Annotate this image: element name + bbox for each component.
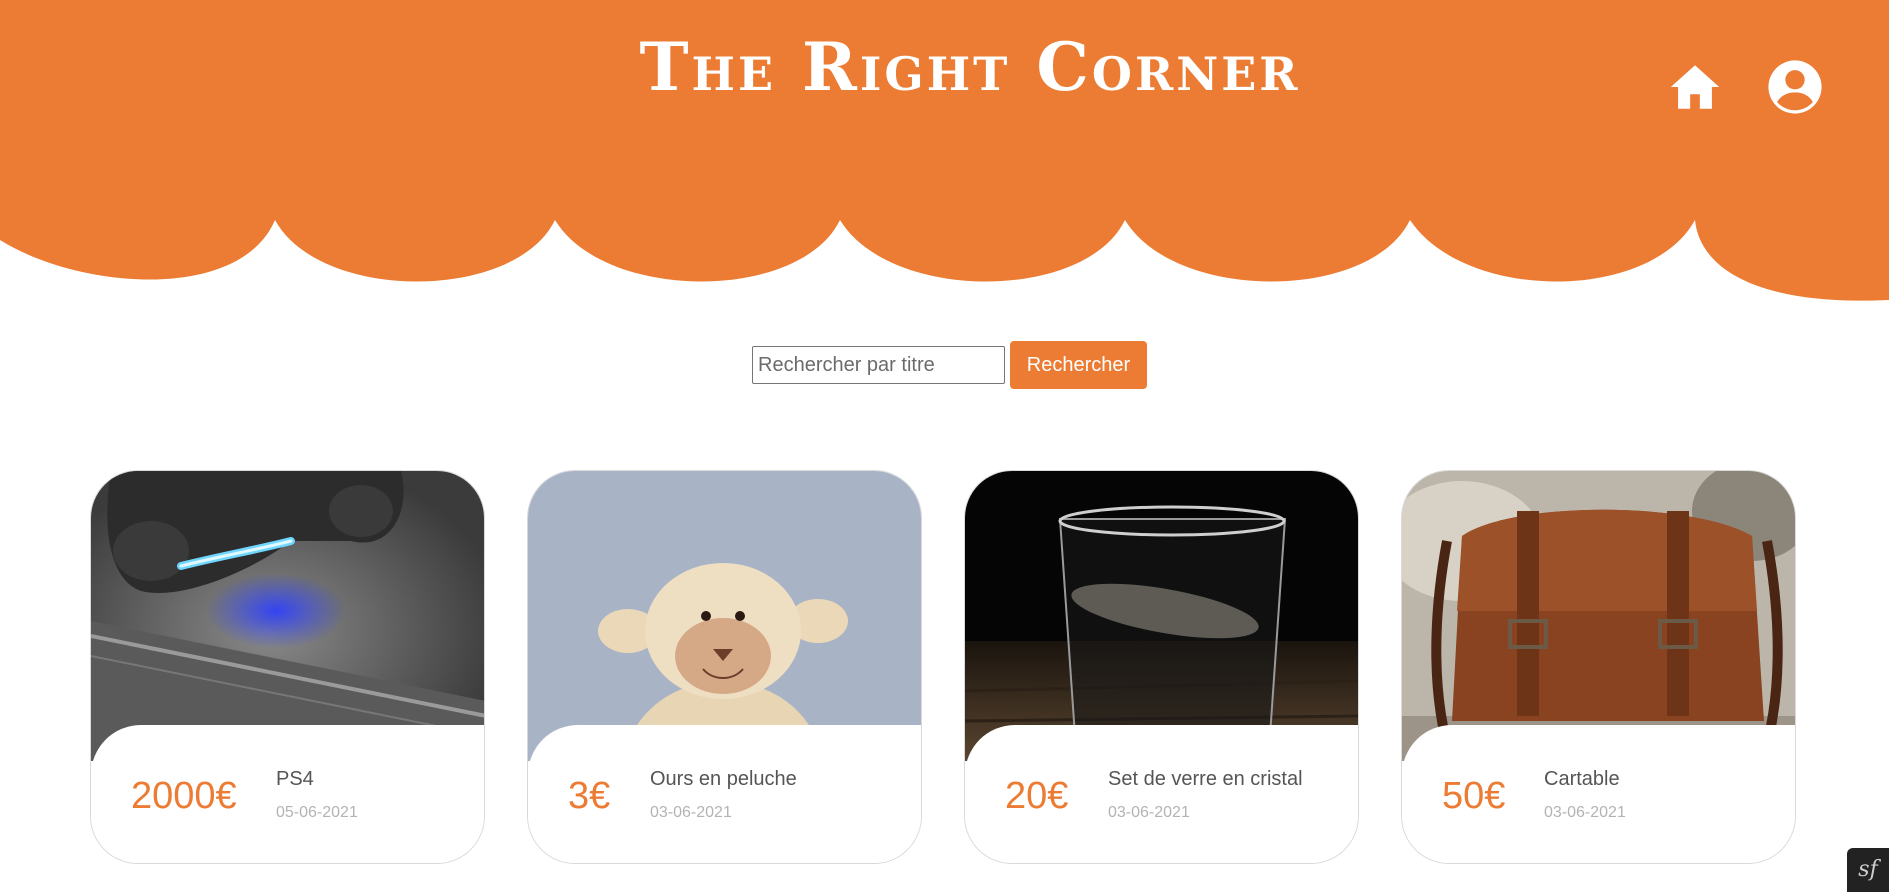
card-date: 05-06-2021 bbox=[276, 804, 358, 821]
card-title[interactable]: Set de verre en cristal bbox=[1108, 767, 1303, 791]
card-title[interactable]: Ours en peluche bbox=[650, 767, 797, 791]
card-date: 03-06-2021 bbox=[650, 804, 732, 821]
search-form: Rechercher bbox=[0, 341, 1889, 389]
card-price: 20€ bbox=[1005, 775, 1069, 817]
card-info: 50€ Cartable 03-06-2021 bbox=[1402, 725, 1795, 863]
card-title[interactable]: Cartable bbox=[1544, 767, 1620, 791]
card-price: 50€ bbox=[1442, 775, 1506, 817]
card-price: 3€ bbox=[568, 775, 611, 817]
card-price: 2000€ bbox=[131, 775, 237, 817]
product-card[interactable]: 20€ Set de verre en cristal 03-06-2021 bbox=[964, 470, 1359, 864]
symfony-toolbar-toggle[interactable]: sf bbox=[1847, 848, 1889, 892]
product-card[interactable]: 2000€ PS4 05-06-2021 bbox=[90, 470, 485, 864]
site-header: The Right Corner bbox=[0, 0, 1889, 305]
home-icon[interactable] bbox=[1666, 58, 1724, 116]
card-info: 20€ Set de verre en cristal 03-06-2021 bbox=[965, 725, 1358, 863]
product-image-water-glass bbox=[965, 471, 1358, 761]
search-button[interactable]: Rechercher bbox=[1010, 341, 1147, 389]
product-card[interactable]: 50€ Cartable 03-06-2021 bbox=[1401, 470, 1796, 864]
card-info: 3€ Ours en peluche 03-06-2021 bbox=[528, 725, 921, 863]
product-image-playstation-controller bbox=[91, 471, 484, 761]
product-image-leather-bag bbox=[1402, 471, 1795, 761]
card-info: 2000€ PS4 05-06-2021 bbox=[91, 725, 484, 863]
product-card[interactable]: 3€ Ours en peluche 03-06-2021 bbox=[527, 470, 922, 864]
card-title[interactable]: PS4 bbox=[276, 767, 314, 791]
search-input[interactable] bbox=[752, 346, 1005, 384]
card-date: 03-06-2021 bbox=[1108, 804, 1190, 821]
account-circle-icon[interactable] bbox=[1766, 58, 1824, 116]
card-date: 03-06-2021 bbox=[1544, 804, 1626, 821]
site-title[interactable]: The Right Corner bbox=[0, 34, 1889, 100]
product-image-plush-sheep bbox=[528, 471, 921, 761]
